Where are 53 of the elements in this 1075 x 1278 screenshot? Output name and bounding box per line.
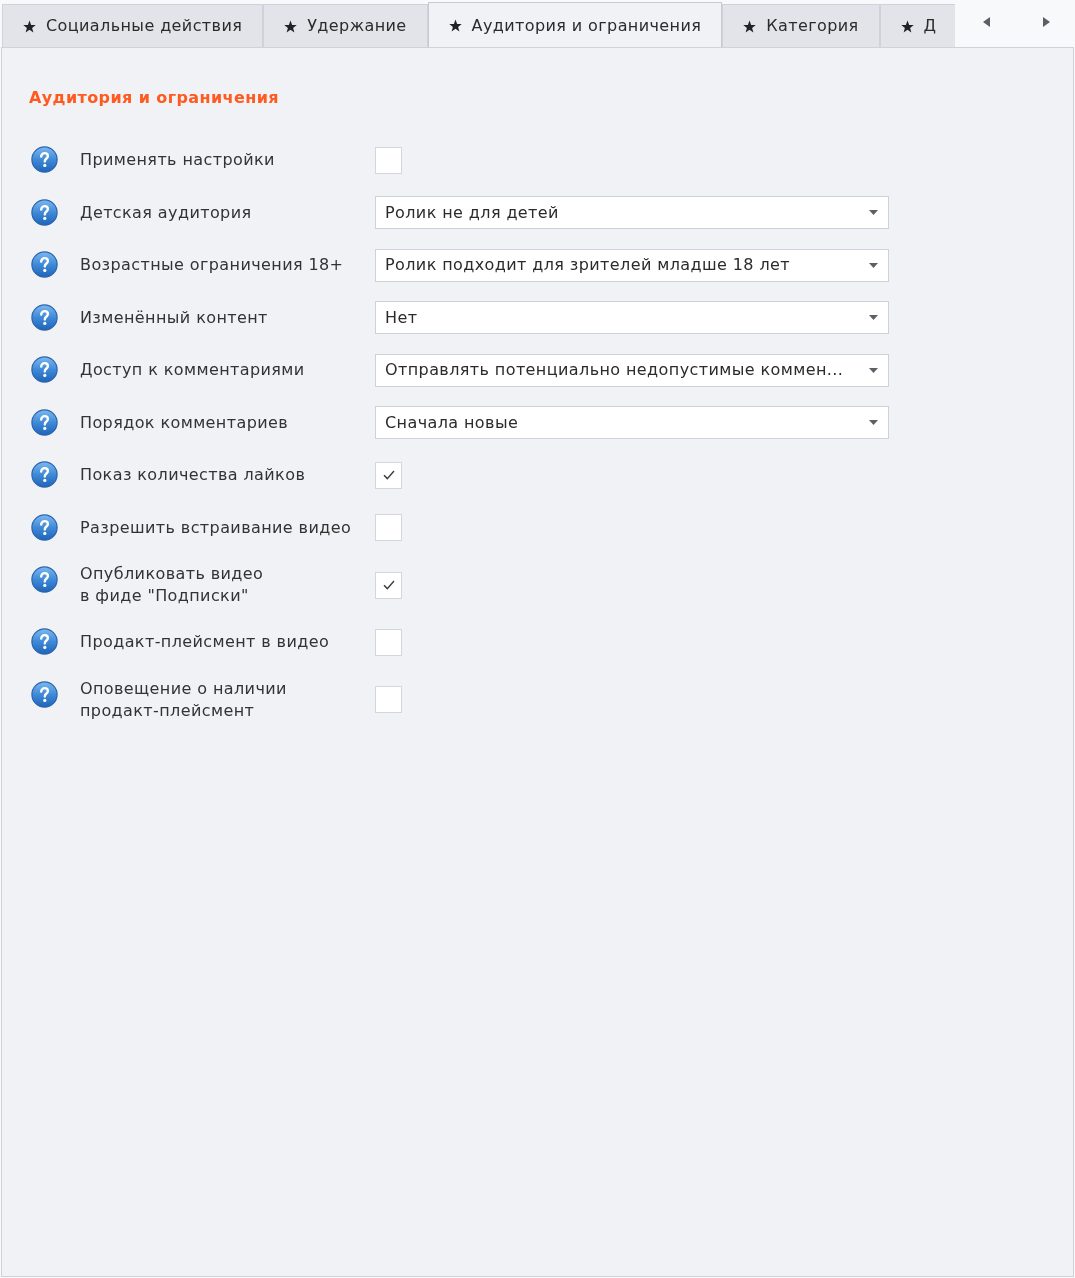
checkmark-icon [382,580,395,590]
setting-label: Порядок комментариев [80,411,290,434]
help-icon[interactable] [31,251,58,278]
help-icon[interactable] [31,408,58,436]
tab[interactable]: Аудитория и ограничения [427,2,723,47]
setting-label: Разрешить встраивание видео [80,516,353,539]
help-icon[interactable] [31,566,58,593]
tab[interactable]: Категория [722,4,880,47]
help-icon[interactable] [31,356,58,383]
setting-label: Продакт-плейсмент в видео [80,631,331,654]
section-title: Аудитория и ограничения [29,88,279,108]
checkmark-icon [382,470,395,481]
checkbox[interactable] [375,514,402,542]
help-icon[interactable] [31,680,58,708]
help-icon[interactable] [31,461,58,488]
setting-label: Применять настройки [80,149,276,172]
checkbox[interactable] [375,146,402,174]
caret-down-icon [869,262,878,268]
star-icon [743,19,757,33]
caret-down-icon [869,210,878,216]
triangle-right-icon [1042,17,1050,27]
dropdown[interactable]: Нет [375,301,889,335]
help-icon[interactable] [31,628,58,655]
help-icon[interactable] [31,198,58,226]
checkbox[interactable] [375,628,402,656]
checkbox[interactable] [375,571,402,599]
setting-label: Изменённый контент [80,306,269,329]
checkbox[interactable] [375,686,402,713]
help-icon[interactable] [31,146,58,173]
caret-down-icon [869,315,878,321]
star-icon [284,19,298,33]
star-icon [23,19,36,33]
setting-label: Детская аудитория [80,201,253,224]
help-icon[interactable] [31,513,58,541]
tab[interactable]: Удержание [263,4,428,47]
star-icon [900,19,914,33]
triangle-left-icon [982,17,990,27]
caret-down-icon [869,367,878,373]
setting-label: Показ количества лайков [80,464,307,487]
setting-label: Опубликовать видео в фиде "Подписки" [80,563,265,607]
checkbox[interactable] [375,461,402,489]
star-icon [448,19,462,32]
dropdown[interactable]: Отправлять потенциально недопустимые коммен... [375,353,889,387]
setting-label: Оповещение о наличии продакт-плейсмент [80,677,288,722]
dropdown[interactable]: Ролик не для детей [375,196,889,230]
dropdown[interactable]: Сначала новые [375,406,889,440]
tab[interactable]: Социальные действия [2,4,264,47]
caret-down-icon [869,420,878,426]
setting-label: Доступ к комментариями [80,359,306,382]
help-icon[interactable] [31,303,58,331]
setting-label: Возрастные ограничения 18+ [80,254,345,277]
tab[interactable]: Д [879,4,955,47]
dropdown[interactable]: Ролик подходит для зрителей младше 18 лет [375,248,889,282]
